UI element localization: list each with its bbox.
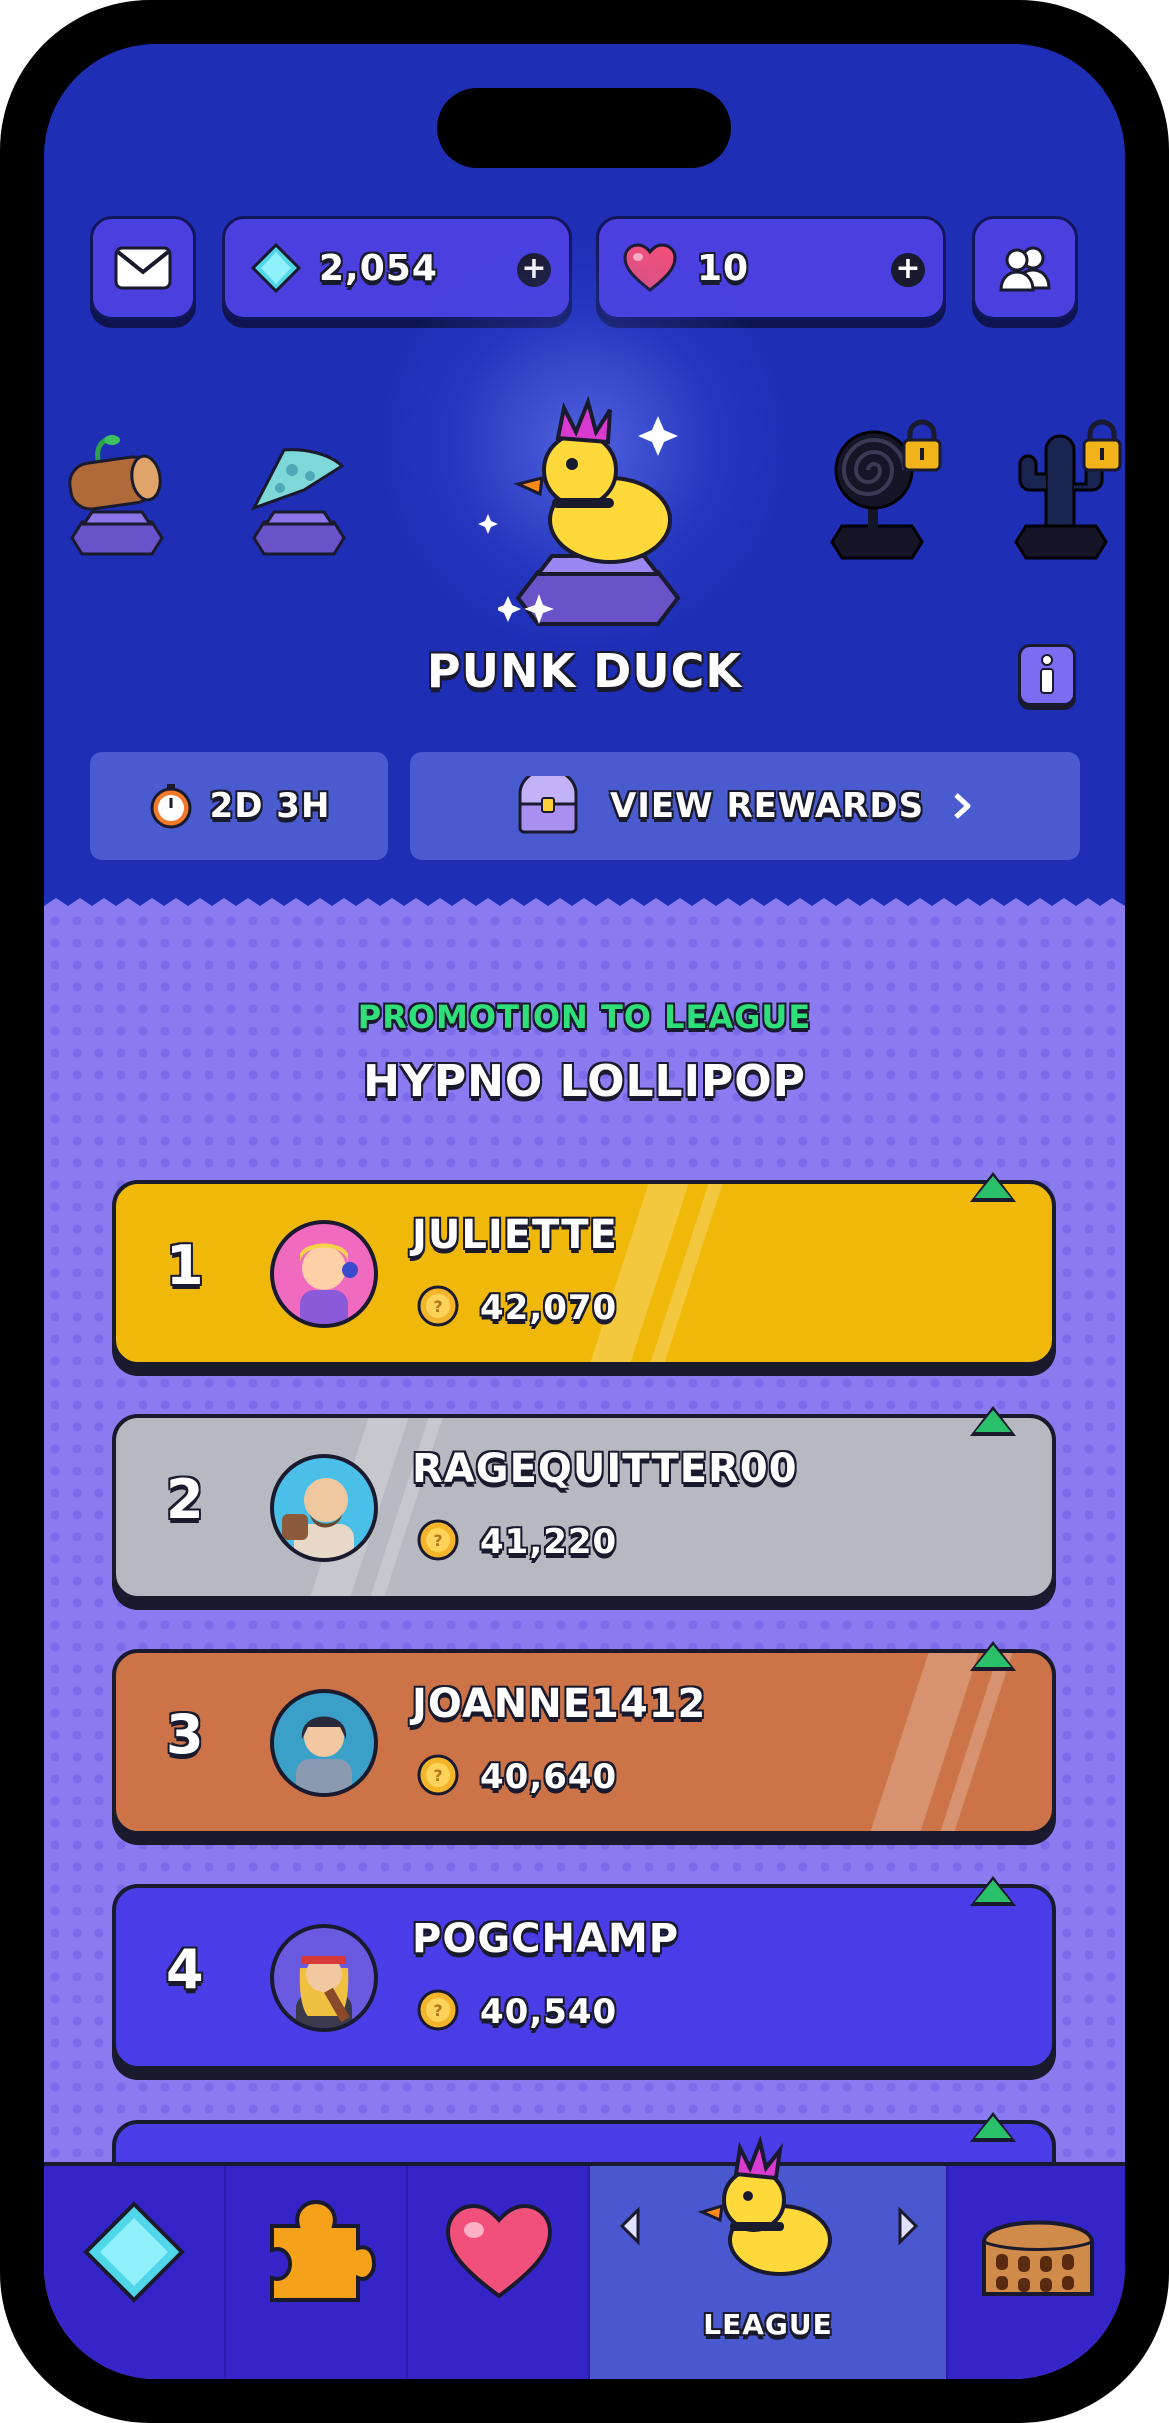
avatar	[270, 1689, 378, 1797]
next-league-name: HYPNO LOLLIPOP	[363, 1056, 806, 1107]
player-score: 40,640	[480, 1757, 618, 1797]
promotion-arrow-icon	[970, 1876, 1016, 1906]
coin-icon: ?	[417, 1519, 459, 1561]
avatar	[270, 1220, 378, 1328]
promotion-arrow-icon	[970, 1641, 1016, 1671]
player-score: 40,540	[480, 1992, 618, 2032]
cactus-trophy-locked[interactable]	[1006, 414, 1125, 564]
friends-button[interactable]	[972, 216, 1078, 320]
chevron-right-icon[interactable]	[894, 2206, 922, 2246]
lock-icon	[902, 419, 942, 472]
svg-text:?: ?	[433, 1531, 442, 1550]
nav-league-label: LEAGUE	[703, 2308, 833, 2341]
promotion-heading: PROMOTION TO LEAGUE	[357, 998, 812, 1036]
nav-tab-colosseum[interactable]	[948, 2166, 1125, 2379]
zigzag-divider	[44, 898, 1125, 916]
colosseum-icon	[982, 2220, 1094, 2296]
hypno-lollipop-trophy-locked[interactable]	[822, 414, 952, 564]
player-score: 42,070	[480, 1288, 618, 1328]
rank-number: 3	[166, 1703, 205, 1766]
player-name: RAGEQUITTER00	[412, 1446, 798, 1492]
mail-button[interactable]	[90, 216, 196, 320]
leaderboard-row[interactable]: 1 JULIETTE ? 42,070	[112, 1180, 1056, 1366]
leaderboard-row[interactable]: 4 POGCHAMP ? 40,540	[112, 1884, 1056, 2070]
promotion-arrow-icon	[970, 2112, 1016, 2142]
nav-tab-league[interactable]: LEAGUE	[590, 2136, 948, 2379]
pizza-trophy[interactable]	[244, 430, 354, 560]
info-icon	[1040, 654, 1054, 694]
leaderboard-row[interactable]: 2 RAGEQUITTER00 ? 41,220	[112, 1414, 1056, 1600]
lock-icon	[1082, 419, 1122, 472]
sparkle-icon	[478, 514, 498, 534]
leaderboard-row[interactable]: 3 JOANNE1412 ? 40,640	[112, 1649, 1056, 1835]
puzzle-piece-icon	[270, 2199, 376, 2302]
coin-icon: ?	[417, 1989, 459, 2031]
knight-avatar-icon	[296, 1716, 352, 1793]
singer-avatar-icon	[300, 1243, 358, 1324]
rank-number: 2	[166, 1468, 205, 1531]
dynamic-island	[437, 88, 731, 168]
svg-text:?: ?	[433, 2001, 442, 2020]
nav-tab-puzzles[interactable]	[226, 2166, 408, 2379]
stopwatch-icon	[150, 784, 192, 829]
punk-duck-icon	[697, 2136, 832, 2276]
player-score: 41,220	[480, 1522, 618, 1562]
league-title: PUNK DUCK	[426, 644, 743, 698]
svg-text:?: ?	[433, 1297, 442, 1316]
promotion-arrow-icon	[970, 1172, 1016, 1202]
view-rewards-button[interactable]: VIEW REWARDS	[410, 752, 1080, 860]
treasure-chest-icon	[518, 776, 578, 834]
svg-text:?: ?	[433, 1766, 442, 1785]
avatar	[270, 1924, 378, 2032]
player-name: JULIETTE	[412, 1212, 618, 1258]
bottom-nav: LEAGUE	[44, 2136, 1125, 2379]
coin-icon: ?	[417, 1285, 459, 1327]
gem-icon	[83, 2201, 185, 2303]
nav-tab-lives[interactable]	[408, 2166, 590, 2379]
chevron-left-icon[interactable]	[616, 2206, 644, 2246]
log-trophy[interactable]	[62, 430, 172, 560]
heart-icon	[445, 2203, 553, 2299]
rank-number: 4	[166, 1938, 205, 2001]
warrior-avatar-icon	[282, 1478, 354, 1558]
player-name: POGCHAMP	[412, 1916, 680, 1962]
rank-number: 1	[166, 1234, 205, 1297]
gems-value: 2,054	[319, 247, 438, 289]
phone-frame: 2,054 + 10 +	[0, 0, 1169, 2423]
chevron-right-icon	[954, 793, 971, 819]
rocker-avatar-icon	[296, 1956, 352, 2028]
add-lives-button[interactable]: +	[891, 253, 925, 287]
season-timer: 2D 3H	[90, 752, 388, 860]
timer-text: 2D 3H	[209, 786, 331, 826]
mail-icon	[114, 246, 172, 290]
gem-icon	[251, 243, 301, 293]
info-button[interactable]	[1018, 644, 1076, 706]
avatar	[270, 1454, 378, 1562]
player-name: JOANNE1412	[412, 1681, 707, 1727]
promotion-arrow-icon	[970, 1406, 1016, 1436]
nav-tab-shop[interactable]	[44, 2166, 226, 2379]
app-screen: 2,054 + 10 +	[44, 44, 1125, 2379]
coin-icon: ?	[417, 1754, 459, 1796]
sparkle-icon	[524, 594, 554, 624]
friends-icon	[999, 246, 1051, 292]
view-rewards-label: VIEW REWARDS	[609, 786, 925, 826]
